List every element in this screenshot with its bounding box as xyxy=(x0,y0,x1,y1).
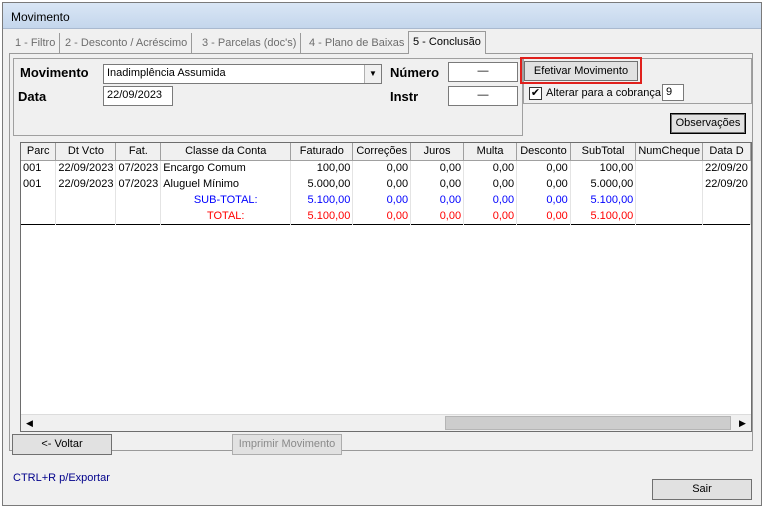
subtotal-multa: 0,00 xyxy=(463,192,518,208)
parcelas-grid[interactable]: Parc Dt Vcto Fat. Classe da Conta Fatura… xyxy=(20,142,752,432)
chevron-down-icon[interactable]: ▼ xyxy=(364,65,381,83)
cell-classe: Aluguel Mínimo xyxy=(160,176,292,192)
col-data-d[interactable]: Data D xyxy=(702,143,751,161)
tab-parcelas[interactable]: 3 - Parcelas (doc's) xyxy=(198,33,302,53)
col-desconto[interactable]: Desconto xyxy=(516,143,571,161)
alterar-label: Alterar para a cobrança xyxy=(546,87,661,99)
numero-field[interactable]: — xyxy=(448,62,518,82)
total-correcoes: 0,00 xyxy=(352,208,412,224)
cell-subtotal: 5.000,00 xyxy=(570,176,637,192)
cell-fat: 07/2023 xyxy=(115,160,162,176)
numero-label: Número xyxy=(390,65,440,80)
total-desconto: 0,00 xyxy=(516,208,571,224)
table-row[interactable]: 001 22/09/2023 07/2023 Aluguel Mínimo 5.… xyxy=(21,176,751,192)
cell-numcheque xyxy=(635,160,704,176)
horizontal-scrollbar[interactable]: ◀ ▶ xyxy=(21,414,751,431)
check-icon: ✔ xyxy=(530,87,541,99)
subtotal-subtotal: 5.100,00 xyxy=(570,192,637,208)
scroll-left-icon[interactable]: ◀ xyxy=(21,415,38,431)
cell-multa: 0,00 xyxy=(463,160,518,176)
total-label: TOTAL: xyxy=(160,208,292,224)
cell-correcoes: 0,00 xyxy=(352,160,412,176)
cell-faturado: 100,00 xyxy=(290,160,354,176)
imprimir-movimento-button[interactable]: Imprimir Movimento xyxy=(232,434,342,455)
alterar-cobranca-field[interactable]: 9 xyxy=(662,84,684,101)
col-subtotal[interactable]: SubTotal xyxy=(570,143,637,161)
instr-label: Instr xyxy=(390,89,419,104)
col-classe-conta[interactable]: Classe da Conta xyxy=(160,143,292,161)
col-correcoes[interactable]: Correções xyxy=(352,143,412,161)
data-field[interactable]: 22/09/2023 xyxy=(103,86,173,106)
conclusao-panel: Movimento Inadimplência Assumida ▼ Númer… xyxy=(9,53,753,451)
col-fat[interactable]: Fat. xyxy=(115,143,162,161)
subtotal-juros: 0,00 xyxy=(410,192,465,208)
movimento-label: Movimento xyxy=(20,65,89,80)
window-title: Movimento xyxy=(11,10,70,24)
cell-parc: 001 xyxy=(21,176,57,192)
cell-fat: 07/2023 xyxy=(115,176,162,192)
total-faturado: 5.100,00 xyxy=(290,208,354,224)
subtotal-correcoes: 0,00 xyxy=(352,192,412,208)
tab-filtro[interactable]: 1 - Filtro xyxy=(11,33,61,53)
cell-multa: 0,00 xyxy=(463,176,518,192)
col-multa[interactable]: Multa xyxy=(463,143,518,161)
total-juros: 0,00 xyxy=(410,208,465,224)
cell-data-d: 22/09/20 xyxy=(702,176,751,192)
subtotal-faturado: 5.100,00 xyxy=(290,192,354,208)
movimento-value: Inadimplência Assumida xyxy=(107,67,226,79)
tab-desconto-acrescimo[interactable]: 2 - Desconto / Acréscimo xyxy=(61,33,193,53)
instr-field[interactable]: — xyxy=(448,86,518,106)
tab-conclusao[interactable]: 5 - Conclusão xyxy=(408,31,486,54)
cell-desconto: 0,00 xyxy=(516,176,571,192)
scrollbar-thumb[interactable] xyxy=(445,416,731,430)
cell-parc: 001 xyxy=(21,160,57,176)
col-numcheque[interactable]: NumCheque xyxy=(635,143,704,161)
movimento-window: Movimento 1 - Filtro 2 - Desconto / Acré… xyxy=(2,2,762,506)
title-bar: Movimento xyxy=(3,3,761,29)
cell-dt-vcto: 22/09/2023 xyxy=(55,176,117,192)
sair-button[interactable]: Sair xyxy=(652,479,752,500)
cell-desconto: 0,00 xyxy=(516,160,571,176)
observacoes-button[interactable]: Observações xyxy=(670,113,746,134)
subtotal-row: SUB-TOTAL: 5.100,00 0,00 0,00 0,00 0,00 … xyxy=(21,192,751,208)
grid-header-row: Parc Dt Vcto Fat. Classe da Conta Fatura… xyxy=(21,143,751,161)
efetivar-movimento-button[interactable]: Efetivar Movimento xyxy=(524,61,638,81)
parcelas-table: Parc Dt Vcto Fat. Classe da Conta Fatura… xyxy=(21,143,751,225)
alterar-checkbox[interactable]: ✔ xyxy=(529,87,542,100)
tab-plano-baixas[interactable]: 4 - Plano de Baixas xyxy=(305,33,410,53)
table-row[interactable]: 001 22/09/2023 07/2023 Encargo Comum 100… xyxy=(21,160,751,176)
total-row: TOTAL: 5.100,00 0,00 0,00 0,00 0,00 5.10… xyxy=(21,208,751,224)
total-multa: 0,00 xyxy=(463,208,518,224)
col-parc[interactable]: Parc xyxy=(21,143,57,161)
export-hint: CTRL+R p/Exportar xyxy=(13,472,110,484)
cell-juros: 0,00 xyxy=(410,176,465,192)
subtotal-desconto: 0,00 xyxy=(516,192,571,208)
cell-classe: Encargo Comum xyxy=(160,160,292,176)
cell-numcheque xyxy=(635,176,704,192)
movimento-select[interactable]: Inadimplência Assumida ▼ xyxy=(103,64,382,84)
cell-juros: 0,00 xyxy=(410,160,465,176)
total-subtotal: 5.100,00 xyxy=(570,208,637,224)
voltar-button[interactable]: <- Voltar xyxy=(12,434,112,455)
scroll-right-icon[interactable]: ▶ xyxy=(734,415,751,431)
cell-correcoes: 0,00 xyxy=(352,176,412,192)
cell-data-d: 22/09/20 xyxy=(702,160,751,176)
cell-subtotal: 100,00 xyxy=(570,160,637,176)
data-label: Data xyxy=(18,89,47,104)
cell-dt-vcto: 22/09/2023 xyxy=(55,160,117,176)
cell-faturado: 5.000,00 xyxy=(290,176,354,192)
col-faturado[interactable]: Faturado xyxy=(290,143,354,161)
col-dt-vcto[interactable]: Dt Vcto xyxy=(55,143,117,161)
col-juros[interactable]: Juros xyxy=(410,143,465,161)
subtotal-label: SUB-TOTAL: xyxy=(160,192,292,208)
